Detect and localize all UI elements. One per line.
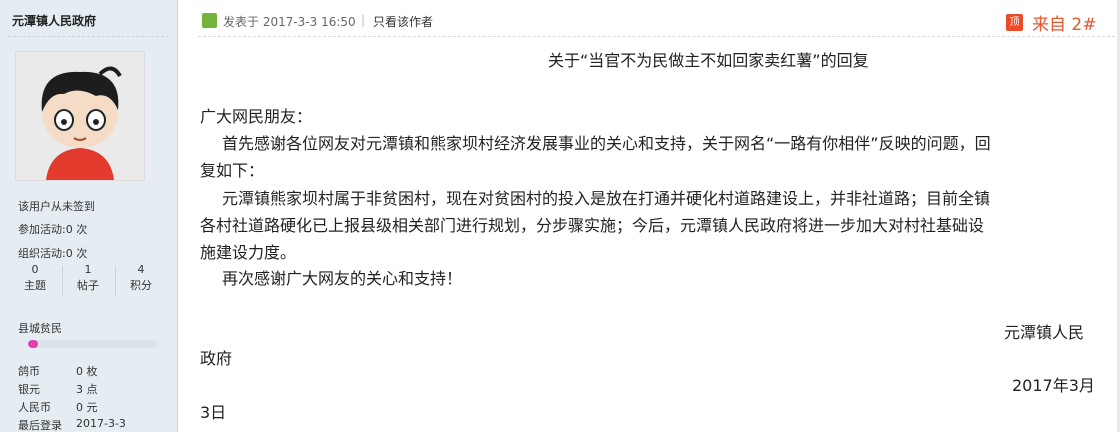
stat-points-value: 4	[137, 263, 145, 276]
paragraph-line: 再次感谢广大网友的关心和支持！	[222, 269, 463, 288]
signature-line: 元潭镇人民	[1004, 323, 1085, 342]
author-sidebar: 元潭镇人民政府 该用户从未签到 参加活动:0 次 组织活动:0 次 0 主题 1…	[0, 0, 178, 432]
signin-status: 该用户从未签到	[18, 200, 95, 213]
wallet-value: 0 元	[76, 401, 98, 414]
stat-threads-label: 主题	[24, 279, 46, 292]
activity-organized-value: 0 次	[65, 247, 88, 260]
paragraph-line: 施建设力度。	[200, 243, 297, 262]
header-divider	[198, 36, 1120, 37]
wallet-value: 3 点	[76, 383, 98, 396]
author-stats: 0 主题 1 帖子 4 积分	[10, 262, 160, 302]
stat-threads[interactable]: 0 主题	[10, 262, 60, 294]
rank-progress-bar	[28, 340, 158, 348]
last-login-label: 最后登录	[18, 419, 62, 432]
paragraph-line: 各村社道路硬化已上报县级相关部门进行规划，分步骤实施；今后，元潭镇人民政府将进一…	[200, 216, 985, 235]
wallet-rmb: 人民币 0 元	[18, 399, 98, 415]
paragraph-line: 元潭镇熊家坝村属于非贫困村，现在对贫困村的投入是放在打通并硬化村道路建设上，并非…	[222, 189, 991, 208]
paragraph-line: 首先感谢各位网友对元潭镇和熊家坝村经济发展事业的关心和支持，关于网名“一路有你相…	[222, 134, 991, 153]
wallet-label: 鸽币	[18, 365, 40, 378]
post-header: 发表于 2017-3-3 16:50 | 只看该作者 顶 来自 2#	[200, 10, 1120, 35]
stat-threads-value: 0	[31, 263, 39, 276]
paragraph-line: 复如下：	[200, 161, 265, 180]
wallet-pigeon-coins: 鸽币 0 枚	[18, 363, 98, 379]
rank-progress-fill	[28, 340, 39, 348]
wallet-label: 银元	[18, 383, 40, 396]
stat-points[interactable]: 4 积分	[116, 262, 166, 294]
post-time: 发表于 2017-3-3 16:50	[223, 15, 356, 29]
only-author-link[interactable]: 只看该作者	[373, 13, 433, 30]
online-status-icon	[202, 13, 217, 28]
user-rank: 县城贫民	[18, 322, 62, 335]
header-separator: |	[361, 13, 366, 27]
wallet-value: 0 枚	[76, 365, 98, 378]
author-name[interactable]: 元潭镇人民政府	[12, 12, 96, 29]
date-line: 3日	[200, 403, 227, 422]
signature-line: 政府	[200, 349, 233, 368]
top-icon[interactable]: 顶	[1006, 14, 1023, 31]
date-line: 2017年3月	[1012, 376, 1095, 395]
floor-number[interactable]: 来自 2#	[1032, 10, 1096, 35]
wallet-silver: 银元 3 点	[18, 381, 98, 397]
wallet-label: 人民币	[18, 401, 51, 414]
activity-organized: 组织活动:0 次	[18, 245, 87, 261]
last-login: 最后登录 2017-3-3	[18, 417, 126, 433]
stat-posts-label: 帖子	[77, 279, 99, 292]
activity-joined-label: 参加活动:	[18, 223, 66, 236]
salutation: 广大网民朋友：	[200, 107, 313, 126]
post-title: 关于“当官不为民做主不如回家卖红薯”的回复	[548, 51, 869, 70]
activity-joined-value: 0 次	[65, 223, 88, 236]
stat-points-label: 积分	[130, 279, 152, 292]
avatar[interactable]	[15, 51, 145, 181]
stat-posts-value: 1	[84, 263, 92, 276]
stat-posts[interactable]: 1 帖子	[63, 262, 113, 294]
activity-joined: 参加活动:0 次	[18, 221, 87, 237]
avatar-image	[16, 52, 144, 180]
last-login-value: 2017-3-3	[76, 417, 126, 430]
activity-organized-label: 组织活动:	[18, 247, 66, 260]
sidebar-divider	[8, 36, 169, 37]
